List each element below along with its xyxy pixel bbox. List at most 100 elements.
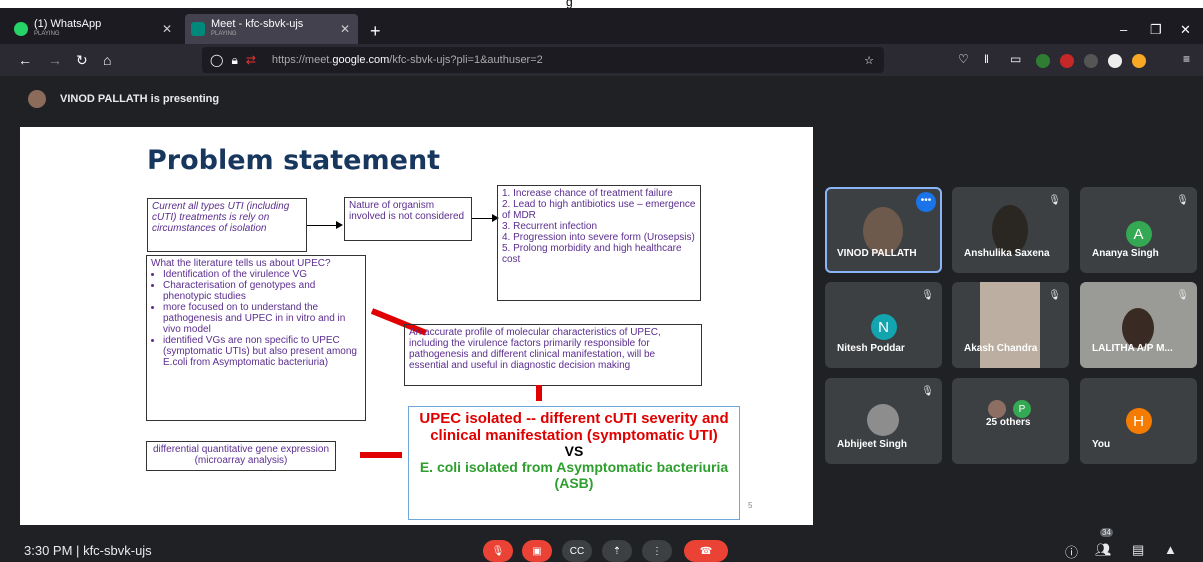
avatar — [28, 90, 46, 108]
mic-off-icon: 🎙︎ — [491, 545, 505, 557]
avatar: H — [1125, 408, 1152, 434]
restore-icon[interactable]: ❐ — [1150, 22, 1162, 38]
list-item: Identification of the virulence VG — [163, 269, 361, 280]
tab-whatsapp[interactable]: (1) WhatsApp PLAYING ✕ — [8, 14, 180, 44]
activities-icon[interactable]: ▲ — [1164, 542, 1177, 557]
participant-tile[interactable]: 🎙︎ Akash Chandra — [952, 282, 1069, 368]
lock-icon: 🔒︎ — [231, 52, 238, 67]
pocket-icon[interactable]: ♡ — [958, 52, 969, 66]
list-item: identified VGs are non specific to UPEC … — [163, 335, 361, 368]
participant-tile[interactable]: 🎙︎ A Ananya Singh — [1080, 187, 1197, 273]
close-window-icon[interactable]: ✕ — [1180, 22, 1191, 38]
conclusion-ecoli: E. coli isolated from Asymptomatic bacte… — [419, 459, 729, 491]
avatar: N — [870, 314, 897, 340]
meeting-bottom-bar: 3:30 PM | kfc-sbvk-ujs 🎙︎ ▣ CC ⇡ ⋮ ☎ ⓘ 👥… — [0, 528, 1203, 562]
extension-icon[interactable] — [1132, 54, 1146, 68]
participant-name: You — [1092, 439, 1111, 450]
list-item: more focused on to understand the pathog… — [163, 302, 361, 335]
participant-name: LALITHA A/P M... — [1092, 343, 1173, 354]
participant-tile[interactable]: H You — [1080, 378, 1197, 464]
slide-box-literature: What the literature tells us about UPEC?… — [146, 255, 366, 421]
minimize-icon[interactable]: – — [1120, 22, 1127, 37]
meeting-info: 3:30 PM | kfc-sbvk-ujs — [24, 543, 152, 558]
extension-icon[interactable] — [1108, 54, 1122, 68]
participant-video — [980, 282, 1040, 368]
home-icon[interactable]: ⌂ — [103, 52, 111, 68]
back-icon[interactable]: ← — [18, 52, 32, 68]
tab-status: PLAYING — [211, 31, 237, 37]
participant-name: VINOD PALLATH — [837, 248, 917, 259]
sidebar-icon[interactable]: ▭ — [1010, 52, 1021, 66]
bookmark-star-icon[interactable]: ☆ — [864, 54, 874, 67]
url-bar[interactable]: ◯ 🔒︎ ⇄ https://meet.google.com/kfc-sbvk-… — [202, 47, 884, 73]
tab-status: PLAYING — [34, 31, 60, 37]
slide-box-differential: differential quantitative gene expressio… — [146, 441, 336, 471]
slide-box-consequences: 1. Increase chance of treatment failure … — [497, 185, 701, 301]
avatar — [867, 404, 899, 436]
close-tab-icon[interactable]: ✕ — [340, 22, 350, 36]
tab-meet[interactable]: Meet - kfc-sbvk-ujs PLAYING ✕ — [185, 14, 358, 44]
participant-name: Anshulika Saxena — [964, 248, 1050, 259]
more-options-icon[interactable]: ••• — [916, 192, 936, 212]
browser-tab-bar: (1) WhatsApp PLAYING ✕ Meet - kfc-sbvk-uj… — [0, 8, 1203, 44]
present-button[interactable]: ⇡ — [602, 540, 632, 562]
list-item: Characterisation of genotypes and phenot… — [163, 280, 361, 302]
adblock-icon[interactable] — [1060, 54, 1074, 68]
mic-off-icon: 🎙︎ — [1048, 195, 1061, 206]
more-options-button[interactable]: ⋮ — [642, 540, 672, 562]
red-arrow — [360, 452, 402, 458]
participant-name: Ananya Singh — [1092, 248, 1159, 259]
conclusion-vs: VS — [564, 443, 584, 459]
avatar: A — [1125, 221, 1152, 247]
captions-icon: CC — [569, 545, 585, 557]
arrow — [307, 225, 337, 226]
presenting-bar: VINOD PALLATH is presenting — [0, 84, 1203, 114]
slide-conclusion: UPEC isolated -- different cUTI severity… — [408, 406, 740, 520]
menu-icon[interactable]: ≡ — [1183, 52, 1190, 66]
library-icon[interactable]: ‖ — [984, 52, 989, 66]
mute-button[interactable]: 🎙︎ — [483, 540, 513, 562]
captions-button[interactable]: CC — [562, 540, 592, 562]
participant-tile[interactable]: 🎙︎ Abhijeet Singh — [825, 378, 942, 464]
list-item: 2. Lead to high antibiotics use – emerge… — [502, 199, 696, 221]
shield-icon: ◯ — [210, 53, 224, 67]
whatsapp-icon — [14, 22, 28, 36]
chat-icon[interactable]: ▤ — [1132, 542, 1144, 558]
camera-button[interactable]: ▣ — [522, 540, 552, 562]
presenting-label: VINOD PALLATH is presenting — [60, 93, 220, 105]
slide-box-nature-organism: Nature of organism involved is not consi… — [344, 197, 472, 241]
mic-off-icon: 🎙︎ — [1176, 195, 1189, 206]
slide-page-number: 5 — [748, 501, 753, 510]
participant-tile[interactable]: 🎙︎ Anshulika Saxena — [952, 187, 1069, 273]
new-tab-icon[interactable]: + — [370, 21, 381, 42]
forward-icon[interactable]: → — [48, 52, 62, 68]
extension-icon[interactable] — [1036, 54, 1050, 68]
info-icon[interactable]: ⓘ — [1065, 542, 1078, 561]
mic-off-icon: 🎙︎ — [921, 386, 934, 397]
extension-icon[interactable] — [1084, 54, 1098, 68]
permissions-icon[interactable]: ⇄ — [246, 53, 256, 67]
slide-title: Problem statement — [147, 145, 441, 176]
participant-tile[interactable]: ••• VINOD PALLATH — [825, 187, 942, 273]
avatar — [988, 400, 1006, 418]
camera-off-icon: ▣ — [532, 545, 542, 557]
meet-icon — [191, 22, 205, 36]
participant-tile[interactable]: 🎙︎ N Nitesh Poddar — [825, 282, 942, 368]
reload-icon[interactable]: ↻ — [76, 52, 88, 69]
list-item: 3. Recurrent infection — [502, 221, 598, 232]
participant-tile[interactable]: P 25 others — [952, 378, 1069, 464]
shared-slide: Problem statement Current all types UTI … — [20, 127, 813, 525]
meeting-code: kfc-sbvk-ujs — [83, 543, 152, 558]
people-count-badge: 34 — [1100, 528, 1113, 537]
more-icon: ⋮ — [652, 545, 662, 557]
slide-box-profile: An accurate profile of molecular charact… — [404, 324, 702, 386]
navigation-bar: ← → ↻ ⌂ ◯ 🔒︎ ⇄ https://meet.google.com/k… — [0, 44, 1203, 76]
people-icon[interactable]: 👥︎ — [1095, 542, 1112, 558]
arrow — [472, 218, 494, 219]
conclusion-upec: UPEC isolated -- different cUTI severity… — [419, 410, 729, 444]
hangup-button[interactable]: ☎ — [684, 540, 728, 562]
close-tab-icon[interactable]: ✕ — [162, 22, 172, 36]
participant-tile[interactable]: 🎙︎ LALITHA A/P M... — [1080, 282, 1197, 368]
literature-heading: What the literature tells us about UPEC? — [151, 258, 331, 269]
participant-name: Abhijeet Singh — [837, 439, 907, 450]
